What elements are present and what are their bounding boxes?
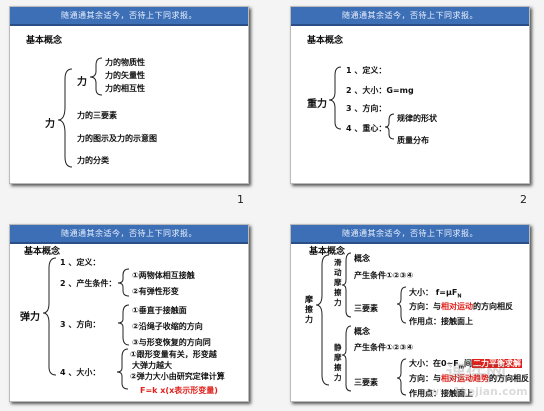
- brace-lines: [328, 66, 395, 140]
- slide-number: 1: [237, 193, 244, 206]
- slide-2-thumbnail[interactable]: 随通通其余适今，否待上下同求报。 基本概念 重力 1 、定义： 2 、大小：G=…: [290, 6, 530, 184]
- brace-lines: [57, 57, 103, 168]
- slide-number: 2: [520, 193, 527, 206]
- watermark-logo: 课件网: [446, 361, 506, 385]
- slide-3-thumbnail[interactable]: 随通通其余适今，否待上下同求报。 基本概念 弹力 1 、定义： 2 、产生条件：…: [9, 224, 249, 402]
- watermark-url: www.1kejian.com: [419, 385, 528, 398]
- slide-1-thumbnail[interactable]: 随通通其余适今，否待上下同求报。 基本概念 力 力 力的物质性 力的矢量性 力的…: [9, 6, 249, 184]
- slide-4-thumbnail[interactable]: 随通通其余适今，否待上下同求报。 基本概念 摩擦力 滑动摩擦力 静摩擦力 概念 …: [290, 224, 530, 402]
- brace-lines: [42, 257, 130, 390]
